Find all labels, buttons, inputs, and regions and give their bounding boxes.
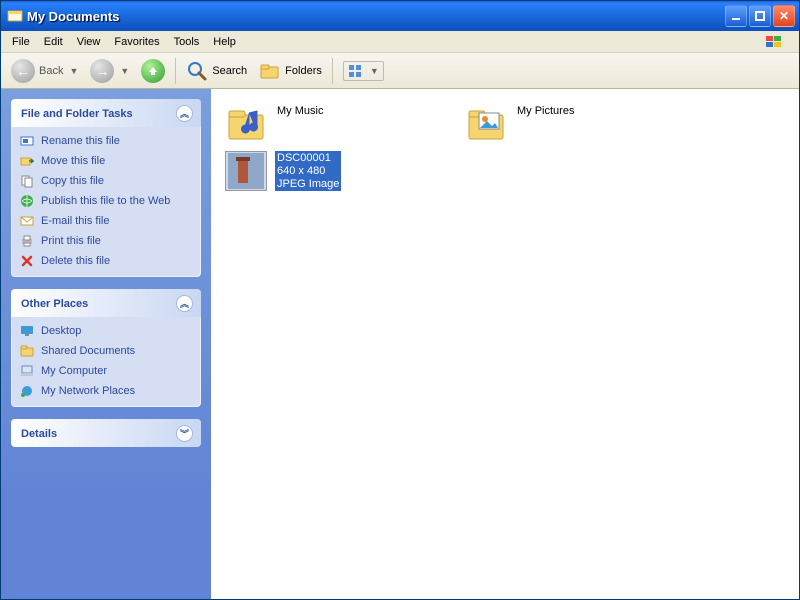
image-thumb-icon bbox=[225, 151, 267, 191]
item-dimensions: 640 x 480 bbox=[275, 165, 341, 178]
item-label: My Music bbox=[277, 103, 323, 117]
other-places-title: Other Places bbox=[21, 298, 88, 310]
rename-icon bbox=[19, 133, 35, 149]
close-button[interactable]: ✕ bbox=[773, 5, 795, 27]
search-button[interactable]: Search bbox=[182, 58, 251, 84]
print-icon bbox=[19, 233, 35, 249]
task-label: Rename this file bbox=[41, 135, 120, 147]
search-icon bbox=[186, 60, 208, 82]
folder-item-my-pictures[interactable]: My Pictures bbox=[461, 99, 701, 147]
task-email[interactable]: E-mail this file bbox=[19, 211, 193, 231]
menu-bar: File Edit View Favorites Tools Help bbox=[1, 31, 799, 53]
minimize-button[interactable] bbox=[725, 5, 747, 27]
file-item-dsc00001[interactable]: DSC00001 640 x 480 JPEG Image bbox=[221, 147, 461, 195]
menu-help[interactable]: Help bbox=[206, 34, 243, 50]
folders-icon bbox=[259, 61, 281, 81]
move-icon bbox=[19, 153, 35, 169]
shared-docs-icon bbox=[19, 343, 35, 359]
place-network[interactable]: My Network Places bbox=[19, 381, 193, 401]
publish-icon bbox=[19, 193, 35, 209]
task-copy[interactable]: Copy this file bbox=[19, 171, 193, 191]
toolbar-separator bbox=[175, 58, 176, 84]
item-label: My Pictures bbox=[517, 103, 574, 117]
music-folder-icon bbox=[225, 103, 269, 143]
details-header[interactable]: Details ︾ bbox=[11, 419, 201, 447]
views-button[interactable]: ▼ bbox=[343, 61, 384, 81]
task-label: E-mail this file bbox=[41, 215, 109, 227]
place-desktop[interactable]: Desktop bbox=[19, 321, 193, 341]
forward-button[interactable]: → ▼ bbox=[86, 57, 133, 85]
file-tasks-title: File and Folder Tasks bbox=[21, 108, 133, 120]
forward-dropdown-icon[interactable]: ▼ bbox=[120, 66, 129, 76]
collapse-icon[interactable]: ︽ bbox=[176, 295, 193, 312]
back-dropdown-icon[interactable]: ▼ bbox=[69, 66, 78, 76]
details-panel: Details ︾ bbox=[11, 419, 201, 447]
details-title: Details bbox=[21, 428, 57, 440]
search-label: Search bbox=[212, 65, 247, 77]
menu-favorites[interactable]: Favorites bbox=[107, 34, 166, 50]
delete-icon bbox=[19, 253, 35, 269]
title-bar: My Documents ✕ bbox=[1, 1, 799, 31]
views-icon bbox=[348, 64, 366, 78]
email-icon bbox=[19, 213, 35, 229]
windows-flag-icon bbox=[757, 32, 791, 52]
task-label: Move this file bbox=[41, 155, 105, 167]
toolbar: ← Back ▼ → ▼ Search Folders ▼ bbox=[1, 53, 799, 89]
other-places-header[interactable]: Other Places ︽ bbox=[11, 289, 201, 317]
maximize-button[interactable] bbox=[749, 5, 771, 27]
place-label: My Computer bbox=[41, 365, 107, 377]
task-rename[interactable]: Rename this file bbox=[19, 131, 193, 151]
place-label: Desktop bbox=[41, 325, 81, 337]
menu-tools[interactable]: Tools bbox=[167, 34, 207, 50]
network-places-icon bbox=[19, 383, 35, 399]
window-icon bbox=[7, 8, 23, 24]
window-title: My Documents bbox=[27, 9, 119, 24]
menu-file[interactable]: File bbox=[5, 34, 37, 50]
place-shared-docs[interactable]: Shared Documents bbox=[19, 341, 193, 361]
folders-button[interactable]: Folders bbox=[255, 59, 326, 83]
task-label: Print this file bbox=[41, 235, 101, 247]
task-delete[interactable]: Delete this file bbox=[19, 251, 193, 271]
back-button[interactable]: ← Back ▼ bbox=[7, 57, 82, 85]
collapse-icon[interactable]: ︽ bbox=[176, 105, 193, 122]
task-pane: File and Folder Tasks ︽ Rename this file… bbox=[1, 89, 211, 599]
task-label: Delete this file bbox=[41, 255, 110, 267]
place-label: Shared Documents bbox=[41, 345, 135, 357]
task-label: Copy this file bbox=[41, 175, 104, 187]
task-print[interactable]: Print this file bbox=[19, 231, 193, 251]
pictures-folder-icon bbox=[465, 103, 509, 143]
task-move[interactable]: Move this file bbox=[19, 151, 193, 171]
menu-view[interactable]: View bbox=[70, 34, 108, 50]
up-button[interactable] bbox=[137, 57, 169, 85]
task-publish[interactable]: Publish this file to the Web bbox=[19, 191, 193, 211]
copy-icon bbox=[19, 173, 35, 189]
task-label: Publish this file to the Web bbox=[41, 195, 170, 207]
item-label: DSC00001 bbox=[275, 151, 341, 165]
item-kind: JPEG Image bbox=[275, 178, 341, 191]
back-icon: ← bbox=[11, 59, 35, 83]
place-my-computer[interactable]: My Computer bbox=[19, 361, 193, 381]
expand-icon[interactable]: ︾ bbox=[176, 425, 193, 442]
folder-item-my-music[interactable]: My Music bbox=[221, 99, 461, 147]
folders-label: Folders bbox=[285, 65, 322, 77]
file-tasks-header[interactable]: File and Folder Tasks ︽ bbox=[11, 99, 201, 127]
back-label: Back bbox=[39, 65, 63, 77]
up-icon bbox=[141, 59, 165, 83]
file-tasks-panel: File and Folder Tasks ︽ Rename this file… bbox=[11, 99, 201, 277]
place-label: My Network Places bbox=[41, 385, 135, 397]
views-dropdown-icon[interactable]: ▼ bbox=[370, 66, 379, 76]
toolbar-separator bbox=[332, 58, 333, 84]
folder-view[interactable]: My Music My Pictures DSC00001 640 x 480 … bbox=[211, 89, 799, 599]
forward-icon: → bbox=[90, 59, 114, 83]
my-computer-icon bbox=[19, 363, 35, 379]
menu-edit[interactable]: Edit bbox=[37, 34, 70, 50]
other-places-panel: Other Places ︽ Desktop Shared Documents … bbox=[11, 289, 201, 407]
desktop-icon bbox=[19, 323, 35, 339]
